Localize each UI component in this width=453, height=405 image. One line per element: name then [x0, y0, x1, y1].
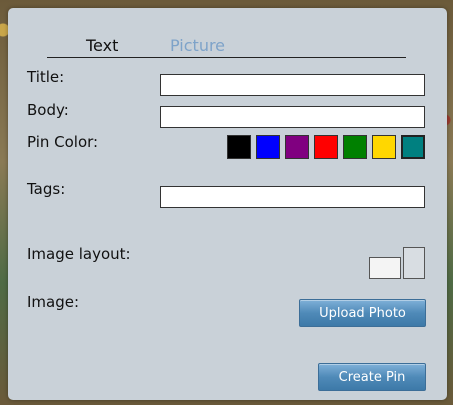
title-input[interactable] — [160, 74, 425, 96]
title-label: Title: — [27, 68, 65, 86]
pin-color-picker — [227, 135, 425, 159]
pin-color-label: Pin Color: — [27, 133, 99, 151]
tags-label: Tags: — [27, 180, 66, 198]
layout-portrait-option[interactable] — [403, 247, 425, 279]
create-pin-button[interactable]: Create Pin — [318, 363, 426, 391]
tab-picture[interactable]: Picture — [170, 36, 225, 55]
tags-input[interactable] — [160, 186, 425, 208]
layout-landscape-option[interactable] — [369, 257, 401, 279]
tab-bar: Text Picture — [47, 35, 406, 58]
tab-text[interactable]: Text — [86, 36, 118, 55]
image-layout-label: Image layout: — [27, 245, 131, 263]
upload-photo-button[interactable]: Upload Photo — [299, 299, 426, 327]
pin-color-swatch-yellow[interactable] — [372, 135, 396, 159]
pin-color-swatch-green[interactable] — [343, 135, 367, 159]
create-pin-dialog: Text Picture Title: Body: Pin Color: Tag… — [8, 8, 447, 400]
pin-color-swatch-black[interactable] — [227, 135, 251, 159]
body-input[interactable] — [160, 106, 425, 128]
body-label: Body: — [27, 101, 69, 119]
pin-color-swatch-red[interactable] — [314, 135, 338, 159]
pin-color-swatch-teal[interactable] — [401, 135, 425, 159]
image-label: Image: — [27, 293, 80, 311]
pin-color-swatch-purple[interactable] — [285, 135, 309, 159]
pin-color-swatch-blue[interactable] — [256, 135, 280, 159]
